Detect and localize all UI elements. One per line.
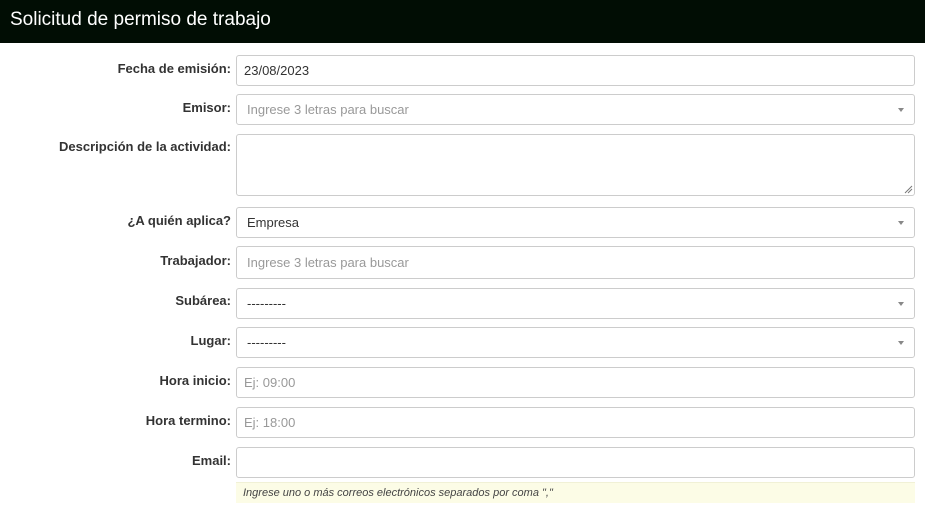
applies-to-select[interactable]: Empresa bbox=[236, 207, 915, 238]
start-time-label: Hora inicio: bbox=[159, 373, 231, 388]
applies-to-label: ¿A quién aplica? bbox=[127, 213, 231, 228]
activity-description-textarea[interactable] bbox=[236, 134, 915, 196]
start-time-input[interactable]: Ej: 09:00 bbox=[236, 367, 915, 398]
subarea-label: Subárea: bbox=[175, 293, 231, 308]
subarea-value: --------- bbox=[247, 296, 286, 311]
end-time-label: Hora termino: bbox=[145, 413, 231, 428]
end-time-placeholder: Ej: 18:00 bbox=[244, 415, 296, 430]
email-field[interactable] bbox=[236, 447, 915, 478]
issue-date-value: 23/08/2023 bbox=[244, 63, 310, 78]
activity-description-label: Descripción de la actividad: bbox=[59, 139, 231, 154]
issuer-label: Emisor: bbox=[182, 100, 231, 115]
issuer-placeholder: Ingrese 3 letras para buscar bbox=[247, 102, 409, 117]
end-time-input[interactable]: Ej: 18:00 bbox=[236, 407, 915, 438]
work-permit-form-page: Solicitud de permiso de trabajo Fecha de… bbox=[0, 0, 925, 508]
chevron-down-icon bbox=[898, 107, 904, 112]
subarea-select[interactable]: --------- bbox=[236, 288, 915, 319]
place-select[interactable]: --------- bbox=[236, 327, 915, 358]
email-label: Email: bbox=[191, 453, 231, 468]
worker-search-input[interactable]: Ingrese 3 letras para buscar bbox=[236, 246, 915, 279]
issuer-select[interactable]: Ingrese 3 letras para buscar bbox=[236, 94, 915, 125]
page-header: Solicitud de permiso de trabajo bbox=[0, 0, 925, 43]
place-label: Lugar: bbox=[190, 333, 231, 348]
worker-label: Trabajador: bbox=[160, 253, 231, 268]
email-help-text: Ingrese uno o más correos electrónicos s… bbox=[236, 482, 915, 503]
chevron-down-icon bbox=[898, 301, 904, 306]
chevron-down-icon bbox=[898, 220, 904, 225]
worker-placeholder: Ingrese 3 letras para buscar bbox=[247, 255, 409, 270]
page-title: Solicitud de permiso de trabajo bbox=[10, 9, 271, 30]
issue-date-input[interactable]: 23/08/2023 bbox=[236, 55, 915, 86]
start-time-placeholder: Ej: 09:00 bbox=[244, 375, 296, 390]
chevron-down-icon bbox=[898, 340, 904, 345]
issue-date-label: Fecha de emisión: bbox=[117, 61, 231, 76]
place-value: --------- bbox=[247, 335, 286, 350]
resize-handle-icon[interactable] bbox=[904, 185, 913, 194]
applies-to-value: Empresa bbox=[247, 215, 300, 230]
